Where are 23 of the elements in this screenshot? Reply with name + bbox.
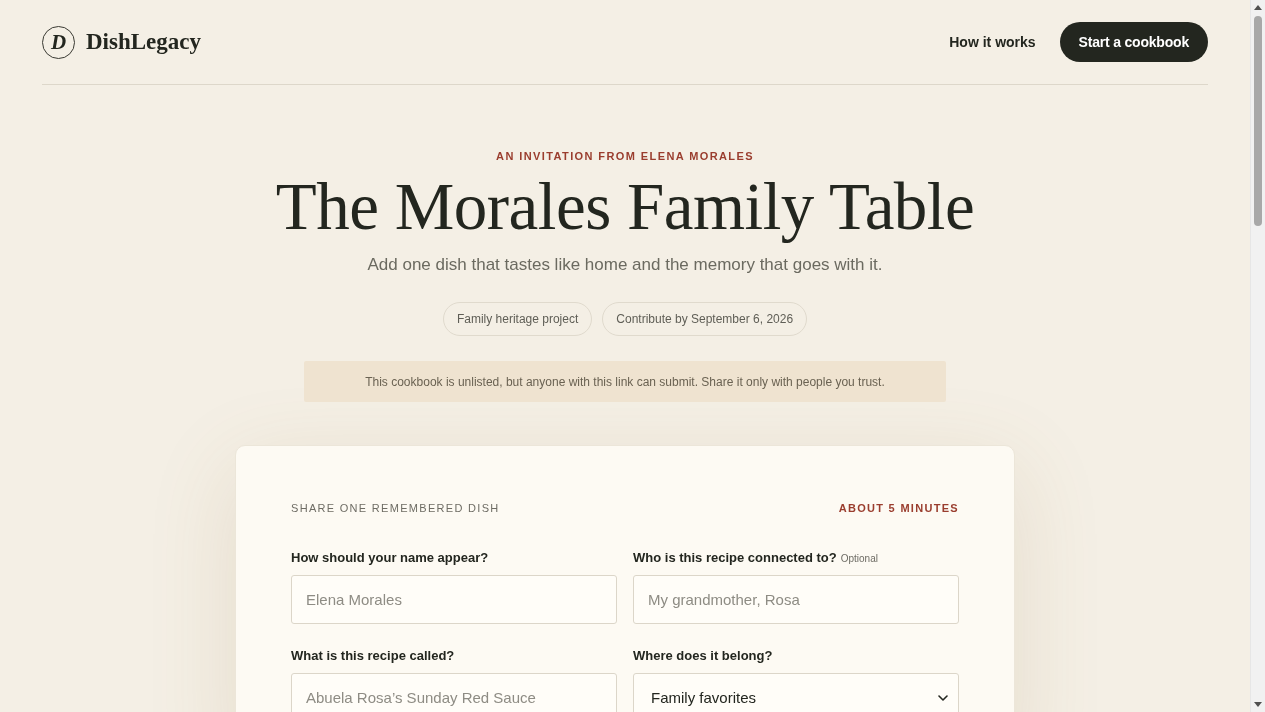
section-label: SHARE ONE REMEMBERED DISH: [291, 502, 500, 514]
input-field[interactable]: My grandmother, Rosa: [633, 575, 959, 624]
time-estimate: ABOUT 5 MINUTES: [838, 502, 959, 514]
optional-hint: Optional: [840, 553, 878, 564]
field-label: How should your name appear?: [291, 550, 489, 566]
select-field[interactable]: Family favorites: [633, 673, 959, 712]
page-title: The Morales Family Table: [275, 169, 975, 243]
scroll-up-icon[interactable]: [1254, 5, 1262, 10]
scrollbar-thumb[interactable]: [1254, 16, 1262, 226]
field-label: Where does it belong?: [633, 648, 773, 664]
input-field[interactable]: Abuela Rosa’s Sunday Red Sauce: [291, 673, 617, 712]
privacy-notice: This cookbook is unlisted, but anyone with this link can submit. Share it only with people you trust.: [304, 361, 946, 402]
field-label: Who is this recipe connected to?: [633, 550, 837, 566]
nav-link[interactable]: How it works: [949, 34, 1036, 50]
subtitle: Add one dish that tastes like home and the memory that goes with it.: [367, 254, 883, 276]
start-cookbook-button[interactable]: Start a cookbook: [1059, 22, 1208, 62]
field-label: What is this recipe called?: [291, 648, 455, 664]
chevron-down-icon: [938, 694, 948, 701]
input-field[interactable]: Elena Morales: [291, 575, 617, 624]
scroll-down-icon[interactable]: [1254, 702, 1262, 707]
scrollbar[interactable]: [1250, 0, 1265, 712]
brand-name[interactable]: DishLegacy: [86, 29, 201, 55]
eyebrow-text: AN INVITATION FROM ELENA MORALES: [496, 149, 754, 163]
